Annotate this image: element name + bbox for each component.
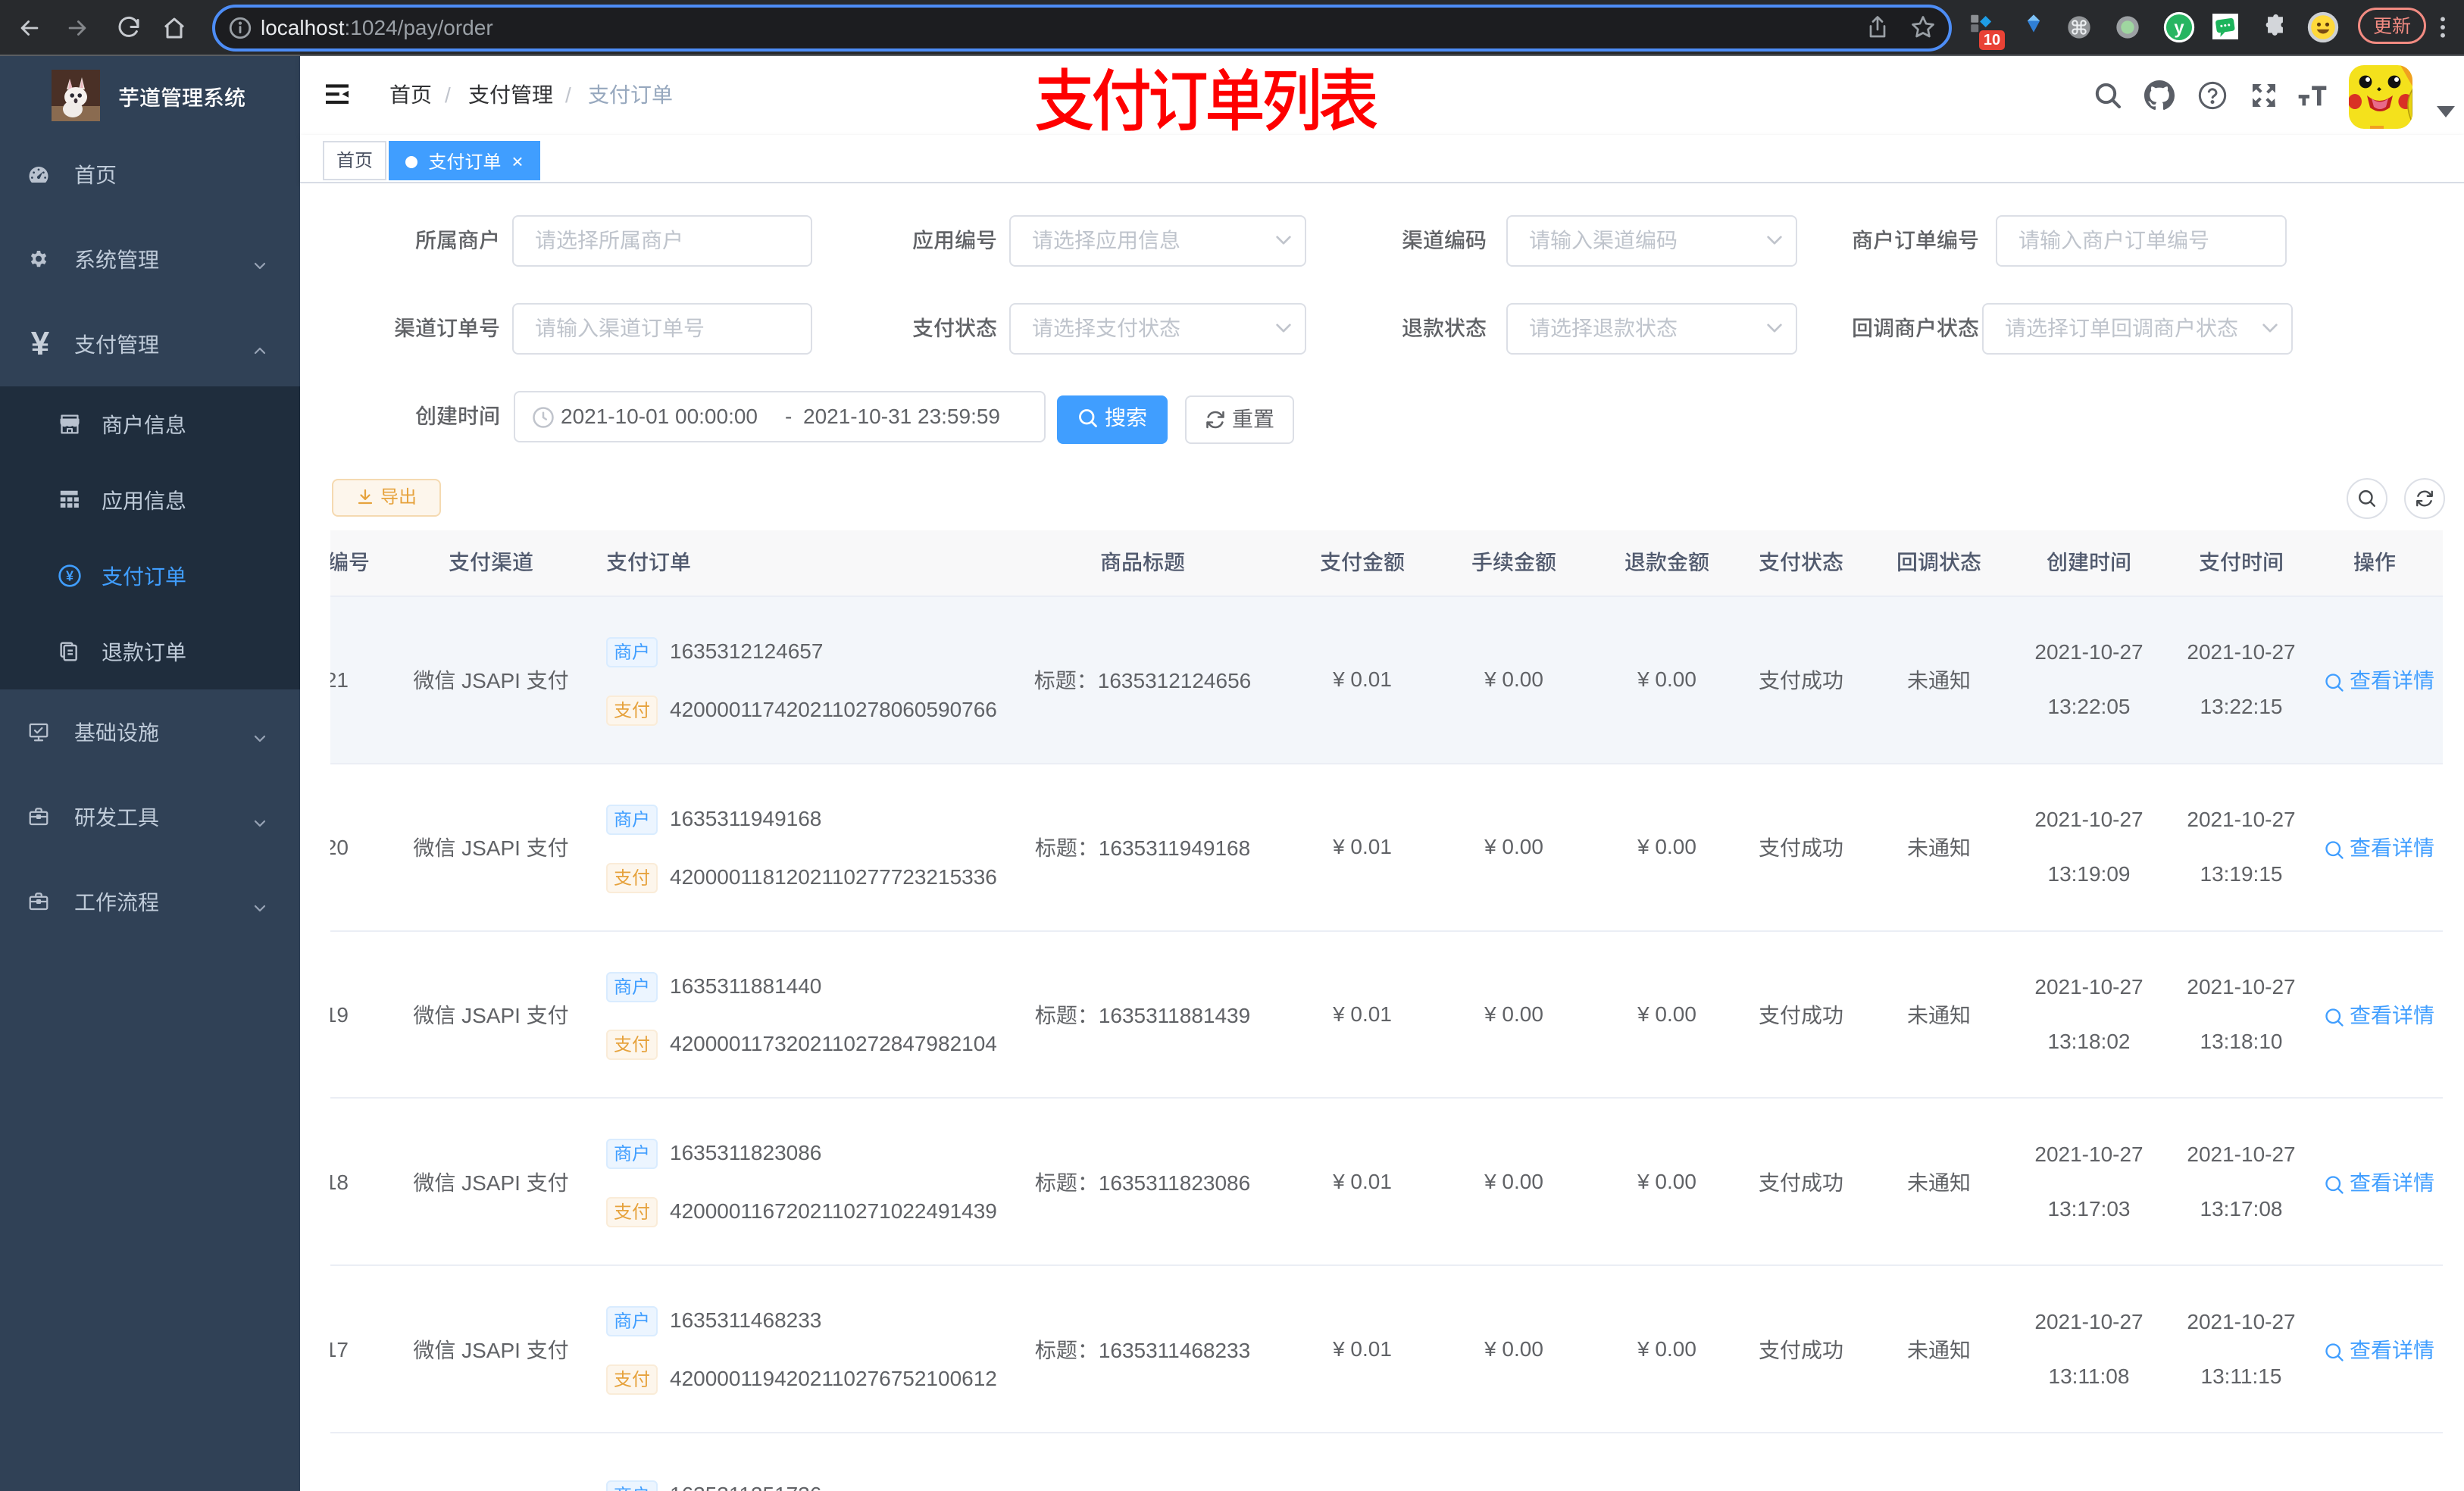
svg-text:¥: ¥ (66, 569, 73, 584)
svg-text:y: y (2174, 17, 2184, 38)
